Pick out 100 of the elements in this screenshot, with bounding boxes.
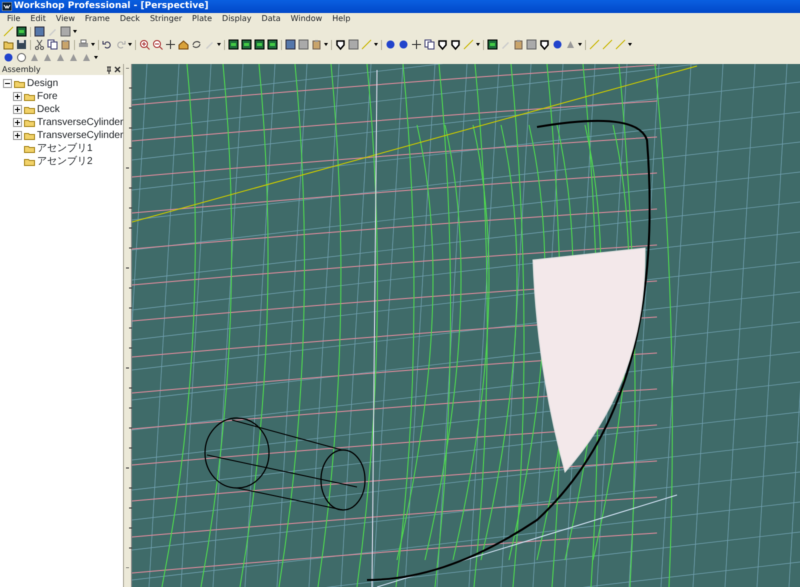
zoom-out-icon <box>152 39 163 50</box>
shield-icon <box>437 39 448 50</box>
menu-item[interactable]: Plate <box>187 13 218 25</box>
save-icon <box>16 39 27 50</box>
tree-item[interactable]: Fore <box>37 90 58 103</box>
triangle-icon <box>565 39 576 50</box>
caret-icon <box>217 43 221 46</box>
expand-toggle[interactable] <box>13 92 22 101</box>
copy-icon <box>47 39 58 50</box>
move-icon <box>165 39 176 50</box>
sphere-icon <box>552 39 563 50</box>
menu-item[interactable]: Data <box>256 13 286 25</box>
square-icon <box>348 39 359 50</box>
toolbar-button[interactable] <box>15 38 28 50</box>
toolbar-button[interactable] <box>410 38 423 50</box>
line-icon <box>3 26 14 37</box>
toolbar-button[interactable] <box>384 38 397 50</box>
toolbar-button[interactable] <box>33 38 46 50</box>
square-icon <box>298 39 309 50</box>
line-icon <box>589 39 600 50</box>
sphere-icon <box>398 39 409 50</box>
menu-item[interactable]: View <box>50 13 80 25</box>
toolbar-button[interactable] <box>449 38 462 50</box>
menu-item[interactable]: Deck <box>114 13 145 25</box>
folder-icon <box>24 106 35 114</box>
undo-icon <box>102 39 113 50</box>
redo-icon <box>115 39 126 50</box>
toolbar-button[interactable] <box>46 38 59 50</box>
line-icon <box>463 39 474 50</box>
move-icon <box>411 39 422 50</box>
menu-item[interactable]: Window <box>286 13 328 25</box>
caret-icon <box>73 30 77 33</box>
tree-item[interactable]: Deck <box>37 103 60 116</box>
close-icon[interactable] <box>114 66 122 73</box>
shield-icon <box>335 39 346 50</box>
toolbar-button[interactable] <box>177 38 190 50</box>
caret-icon <box>628 43 632 46</box>
circle-icon <box>16 52 27 63</box>
triangle-icon <box>68 52 79 63</box>
toolbar-button[interactable] <box>138 38 151 50</box>
toolbar-button[interactable] <box>538 38 551 50</box>
folder-icon <box>24 132 35 140</box>
toolbar-button[interactable] <box>151 38 164 50</box>
zoom-in-icon <box>139 39 150 50</box>
caret-icon <box>324 43 328 46</box>
folder-icon <box>3 39 14 50</box>
tree-item[interactable]: Design <box>27 77 58 90</box>
line-icon <box>361 39 372 50</box>
caret-icon <box>91 43 95 46</box>
tree-item[interactable]: TransverseCylinder <box>37 116 124 129</box>
caret-icon <box>128 43 132 46</box>
toolbar-button[interactable] <box>436 38 449 50</box>
toolbar-button[interactable] <box>397 38 410 50</box>
caret-icon <box>578 43 582 46</box>
copy-icon <box>424 39 435 50</box>
triangle-icon <box>81 52 92 63</box>
collapse-toggle[interactable] <box>3 79 12 88</box>
sphere-icon <box>3 52 14 63</box>
tree-item[interactable]: アセンブリ1 <box>37 142 93 155</box>
toolbar-button[interactable] <box>551 38 564 50</box>
menu-item[interactable]: Frame <box>80 13 115 25</box>
shield-icon <box>450 39 461 50</box>
menu-item[interactable]: Display <box>217 13 257 25</box>
expand-toggle[interactable] <box>13 118 22 127</box>
menu-item[interactable]: Stringer <box>144 13 188 25</box>
panel-title: Assembly <box>2 64 42 75</box>
folder-icon <box>24 158 35 166</box>
expand-toggle[interactable] <box>13 131 22 140</box>
line-icon <box>602 39 613 50</box>
printer-icon <box>78 39 89 50</box>
tree-item[interactable]: アセンブリ2 <box>37 155 93 168</box>
folder-icon <box>24 92 35 100</box>
window-title: Workshop Professional - [Perspective] <box>14 0 208 13</box>
triangle-icon <box>42 52 53 63</box>
toolbar-button[interactable] <box>2 52 15 64</box>
triangle-icon <box>55 52 66 63</box>
sphere-icon <box>385 39 396 50</box>
triangle-icon <box>29 52 40 63</box>
expand-toggle[interactable] <box>13 105 22 114</box>
menu-item[interactable]: File <box>2 13 26 25</box>
menu-item[interactable]: Help <box>327 13 356 25</box>
pin-icon[interactable] <box>106 66 112 74</box>
square-icon <box>526 39 537 50</box>
clipboard-icon <box>60 39 71 50</box>
scissors-icon <box>34 39 45 50</box>
toolbar-button[interactable] <box>334 38 347 50</box>
caret-icon <box>374 43 378 46</box>
toolbar-button[interactable] <box>164 38 177 50</box>
folder-icon <box>24 118 35 126</box>
tree-item[interactable]: TransverseCylinder <box>37 129 124 142</box>
clipboard-icon <box>311 39 322 50</box>
toolbar-button[interactable] <box>423 38 436 50</box>
shield-icon <box>539 39 550 50</box>
caret-icon <box>476 43 480 46</box>
clipboard-icon <box>513 39 524 50</box>
line-icon <box>615 39 626 50</box>
toolbar-button[interactable] <box>190 38 203 50</box>
house-icon <box>178 39 189 50</box>
folder-icon <box>24 144 35 152</box>
menu-item[interactable]: Edit <box>25 13 51 25</box>
